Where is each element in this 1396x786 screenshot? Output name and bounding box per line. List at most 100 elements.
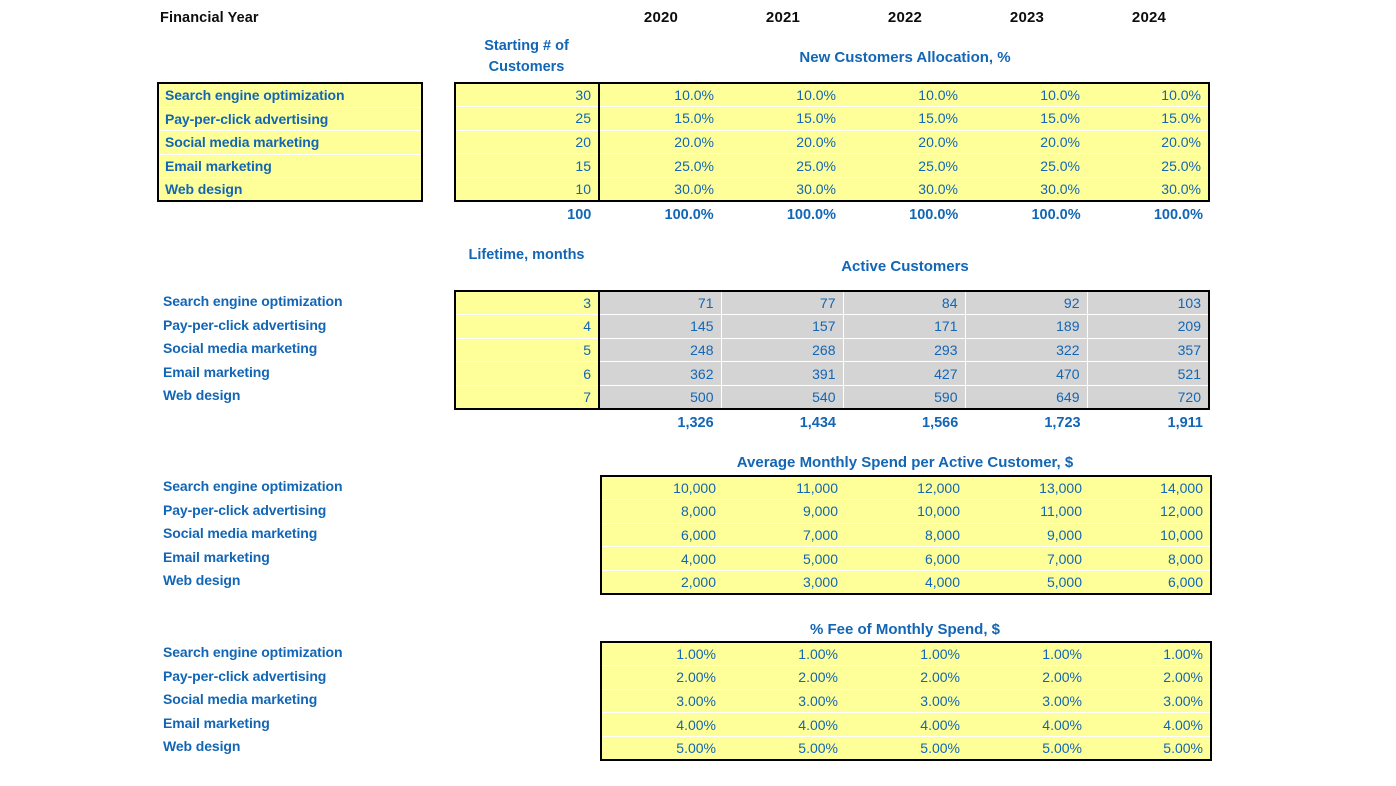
lifetime-months-cell[interactable]: 3: [455, 291, 599, 316]
average-spend-cell[interactable]: 10,000: [845, 499, 967, 524]
lifetime-months-cell[interactable]: 6: [455, 361, 599, 386]
active-customers-table[interactable]: 3 71 77 84 92 103 4 145 157 171 189 209 …: [454, 290, 1210, 410]
average-spend-cell[interactable]: 2,000: [601, 570, 723, 594]
percent-fee-cell[interactable]: 5.00%: [723, 736, 845, 760]
allocation-cell[interactable]: 30.0%: [598, 177, 721, 201]
average-spend-cell[interactable]: 11,000: [967, 499, 1089, 524]
allocation-cell[interactable]: 25.0%: [1087, 153, 1209, 178]
allocation-cell[interactable]: 15.0%: [965, 106, 1087, 131]
percent-fee-cell[interactable]: 1.00%: [601, 642, 723, 667]
average-spend-cell[interactable]: 12,000: [1089, 499, 1211, 524]
allocation-cell[interactable]: 15.0%: [598, 106, 721, 131]
percent-fee-cell[interactable]: 1.00%: [1089, 642, 1211, 667]
percent-fee-cell[interactable]: 2.00%: [723, 665, 845, 690]
lifetime-months-cell[interactable]: 7: [455, 385, 599, 409]
percent-fee-cell[interactable]: 1.00%: [845, 642, 967, 667]
average-spend-cell[interactable]: 5,000: [967, 570, 1089, 594]
percent-fee-cell[interactable]: 3.00%: [601, 689, 723, 714]
starting-customers-cell[interactable]: 10: [455, 177, 599, 201]
table-row[interactable]: 6 362 391 427 470 521: [455, 361, 1210, 386]
allocation-cell[interactable]: 10.0%: [965, 83, 1087, 108]
percent-fee-cell[interactable]: 1.00%: [967, 642, 1089, 667]
table-row[interactable]: 20 20.0% 20.0% 20.0% 20.0% 20.0%: [455, 130, 1209, 155]
starting-customers-cell[interactable]: 25: [455, 106, 599, 131]
average-spend-cell[interactable]: 12,000: [845, 476, 967, 501]
allocation-cell[interactable]: 15.0%: [1087, 106, 1209, 131]
table-row[interactable]: 5.00% 5.00% 5.00% 5.00% 5.00%: [601, 736, 1211, 760]
allocation-cell[interactable]: 25.0%: [843, 153, 965, 178]
percent-fee-cell[interactable]: 3.00%: [845, 689, 967, 714]
table-row[interactable]: 10 30.0% 30.0% 30.0% 30.0% 30.0%: [455, 177, 1209, 201]
table-row[interactable]: 4.00% 4.00% 4.00% 4.00% 4.00%: [601, 712, 1211, 737]
average-spend-cell[interactable]: 7,000: [723, 523, 845, 548]
percent-fee-cell[interactable]: 5.00%: [601, 736, 723, 760]
percent-fee-cell[interactable]: 5.00%: [1089, 736, 1211, 760]
table-row[interactable]: 5 248 268 293 322 357: [455, 338, 1210, 363]
percent-fee-cell[interactable]: 5.00%: [845, 736, 967, 760]
allocation-cell[interactable]: 10.0%: [1087, 83, 1209, 108]
average-spend-cell[interactable]: 8,000: [1089, 546, 1211, 571]
table-row[interactable]: 2,000 3,000 4,000 5,000 6,000: [601, 570, 1211, 594]
percent-fee-cell[interactable]: 4.00%: [723, 712, 845, 737]
lifetime-months-cell[interactable]: 5: [455, 338, 599, 363]
table-row[interactable]: 4,000 5,000 6,000 7,000 8,000: [601, 546, 1211, 571]
percent-fee-cell[interactable]: 4.00%: [601, 712, 723, 737]
average-spend-cell[interactable]: 8,000: [601, 499, 723, 524]
table-row[interactable]: 6,000 7,000 8,000 9,000 10,000: [601, 523, 1211, 548]
table-row[interactable]: 10,000 11,000 12,000 13,000 14,000: [601, 476, 1211, 501]
allocation-cell[interactable]: 30.0%: [843, 177, 965, 201]
percent-fee-cell[interactable]: 2.00%: [601, 665, 723, 690]
allocation-cell[interactable]: 25.0%: [598, 153, 721, 178]
average-spend-cell[interactable]: 8,000: [845, 523, 967, 548]
new-customers-allocation-table[interactable]: 30 10.0% 10.0% 10.0% 10.0% 10.0% 25 15.0…: [454, 82, 1210, 202]
average-spend-cell[interactable]: 6,000: [601, 523, 723, 548]
allocation-cell[interactable]: 30.0%: [965, 177, 1087, 201]
starting-customers-cell[interactable]: 20: [455, 130, 599, 155]
average-spend-cell[interactable]: 13,000: [967, 476, 1089, 501]
average-spend-cell[interactable]: 14,000: [1089, 476, 1211, 501]
average-spend-cell[interactable]: 6,000: [1089, 570, 1211, 594]
table-row[interactable]: 15 25.0% 25.0% 25.0% 25.0% 25.0%: [455, 153, 1209, 178]
allocation-cell[interactable]: 10.0%: [721, 83, 843, 108]
percent-fee-cell[interactable]: 2.00%: [967, 665, 1089, 690]
percent-fee-cell[interactable]: 3.00%: [723, 689, 845, 714]
percent-fee-cell[interactable]: 2.00%: [845, 665, 967, 690]
allocation-cell[interactable]: 25.0%: [965, 153, 1087, 178]
table-row[interactable]: 8,000 9,000 10,000 11,000 12,000: [601, 499, 1211, 524]
average-monthly-spend-table[interactable]: 10,000 11,000 12,000 13,000 14,000 8,000…: [600, 475, 1212, 595]
table-row[interactable]: 30 10.0% 10.0% 10.0% 10.0% 10.0%: [455, 83, 1209, 108]
average-spend-cell[interactable]: 10,000: [601, 476, 723, 501]
allocation-cell[interactable]: 30.0%: [721, 177, 843, 201]
average-spend-cell[interactable]: 5,000: [723, 546, 845, 571]
percent-fee-cell[interactable]: 5.00%: [967, 736, 1089, 760]
percent-fee-cell[interactable]: 3.00%: [967, 689, 1089, 714]
average-spend-cell[interactable]: 9,000: [723, 499, 845, 524]
allocation-cell[interactable]: 25.0%: [721, 153, 843, 178]
table-row[interactable]: 3.00% 3.00% 3.00% 3.00% 3.00%: [601, 689, 1211, 714]
table-row[interactable]: 1.00% 1.00% 1.00% 1.00% 1.00%: [601, 642, 1211, 667]
allocation-cell[interactable]: 15.0%: [843, 106, 965, 131]
allocation-cell[interactable]: 10.0%: [598, 83, 721, 108]
percent-fee-cell[interactable]: 3.00%: [1089, 689, 1211, 714]
average-spend-cell[interactable]: 4,000: [845, 570, 967, 594]
percent-fee-cell[interactable]: 2.00%: [1089, 665, 1211, 690]
percent-fee-cell[interactable]: 4.00%: [1089, 712, 1211, 737]
starting-customers-cell[interactable]: 15: [455, 153, 599, 178]
average-spend-cell[interactable]: 3,000: [723, 570, 845, 594]
allocation-cell[interactable]: 20.0%: [843, 130, 965, 155]
percent-fee-table[interactable]: 1.00% 1.00% 1.00% 1.00% 1.00% 2.00% 2.00…: [600, 641, 1212, 761]
allocation-cell[interactable]: 20.0%: [721, 130, 843, 155]
table-row[interactable]: 4 145 157 171 189 209: [455, 314, 1210, 339]
percent-fee-cell[interactable]: 4.00%: [967, 712, 1089, 737]
average-spend-cell[interactable]: 10,000: [1089, 523, 1211, 548]
table-row[interactable]: 25 15.0% 15.0% 15.0% 15.0% 15.0%: [455, 106, 1209, 131]
table-row[interactable]: 3 71 77 84 92 103: [455, 291, 1210, 316]
table-row[interactable]: 7 500 540 590 649 720: [455, 385, 1210, 409]
average-spend-cell[interactable]: 7,000: [967, 546, 1089, 571]
average-spend-cell[interactable]: 4,000: [601, 546, 723, 571]
allocation-cell[interactable]: 10.0%: [843, 83, 965, 108]
lifetime-months-cell[interactable]: 4: [455, 314, 599, 339]
starting-customers-cell[interactable]: 30: [455, 83, 599, 108]
allocation-cell[interactable]: 20.0%: [598, 130, 721, 155]
allocation-cell[interactable]: 15.0%: [721, 106, 843, 131]
